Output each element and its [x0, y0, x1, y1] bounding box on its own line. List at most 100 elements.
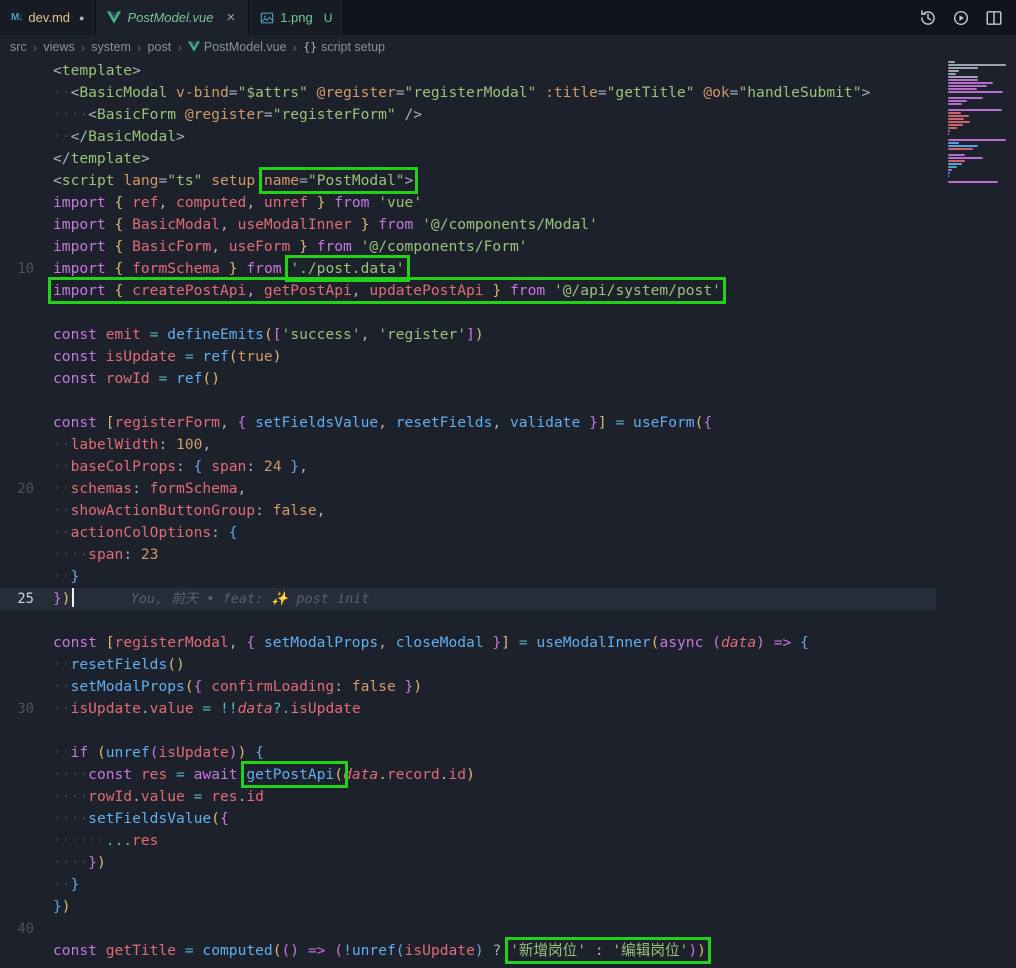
breadcrumb-item-post[interactable]: post: [148, 40, 172, 54]
code-token: BasicModal: [132, 216, 220, 233]
annotation-box: name="PostModal">: [264, 172, 413, 189]
editor-pane[interactable]: <template>··<BasicModal v-bind="$attrs" …: [0, 58, 1016, 968]
code-token: value: [150, 700, 194, 717]
code-token: [791, 634, 800, 651]
code-token: }: [290, 458, 299, 475]
code-token: ): [466, 766, 475, 783]
line-number: [0, 676, 34, 698]
code-token: script: [62, 172, 115, 189]
code-line: ··labelWidth: 100,: [0, 434, 936, 456]
code-line: ··<BasicModal v-bind="$attrs" @register=…: [0, 82, 936, 104]
tab-1-png[interactable]: 1.png U: [249, 0, 344, 35]
minimap[interactable]: [942, 61, 1016, 184]
code-token: res: [132, 832, 158, 849]
code-token: ,: [378, 634, 396, 651]
code-line: ··}: [0, 566, 936, 588]
code-token: [176, 348, 185, 365]
code-token: {: [115, 238, 124, 255]
code-token: {: [703, 414, 712, 431]
code-token: [703, 634, 712, 651]
minimap-line: [948, 79, 978, 81]
code-line: [0, 720, 936, 742]
breadcrumb-item-system[interactable]: system: [91, 40, 131, 54]
code-token: [536, 84, 545, 101]
breadcrumb-item-symbol[interactable]: {} script setup: [303, 40, 385, 54]
code-token: ··: [53, 524, 71, 541]
close-icon[interactable]: ×: [224, 9, 237, 26]
code-line: const getTitle = computed(() => (!unref(…: [0, 940, 936, 962]
code-line: ··if (unref(isUpdate)) {: [0, 742, 936, 764]
minimap-line: [948, 166, 957, 168]
code-token: 'register': [378, 326, 466, 343]
code-line: const emit = defineEmits(['success', 're…: [0, 324, 936, 346]
code-line: [0, 390, 936, 412]
minimap-line: [948, 133, 949, 135]
code-token: [115, 172, 124, 189]
code-line: ··</BasicModal>: [0, 126, 936, 148]
tab-bar: M↓ dev.md ● PostModel.vue × 1.png U: [0, 0, 1016, 35]
code-token: =: [615, 414, 624, 431]
code-token: rowId: [88, 788, 132, 805]
code-token: [185, 766, 194, 783]
line-number: [0, 522, 34, 544]
breadcrumb-item-views[interactable]: views: [43, 40, 74, 54]
minimap-line: [948, 172, 950, 174]
code-token: :: [123, 546, 141, 563]
code-token: [97, 942, 106, 959]
code-line: ····span: 23: [0, 544, 936, 566]
code-token: [97, 348, 106, 365]
breadcrumb-item-src[interactable]: src: [10, 40, 27, 54]
code-token: [158, 326, 167, 343]
line-number: [0, 896, 34, 918]
code-token: [695, 84, 704, 101]
code-token: (: [334, 942, 343, 959]
code-token: [123, 260, 132, 277]
code-line: const [registerModal, { setModalProps, c…: [0, 632, 936, 654]
code-token: [106, 260, 115, 277]
code-token: </: [71, 128, 89, 145]
code-token: from: [246, 260, 281, 277]
run-icon[interactable]: [952, 9, 970, 27]
code-token: {: [115, 194, 124, 211]
code-token: getPostApi: [264, 282, 352, 299]
code-token: registerModal: [115, 634, 229, 651]
annotation-box: './post.data': [290, 260, 404, 277]
tab-postmodel-vue[interactable]: PostModel.vue ×: [96, 0, 249, 35]
code-token: =: [185, 348, 194, 365]
code-token: <: [53, 62, 62, 79]
code-token: [220, 260, 229, 277]
tab-dev-md[interactable]: M↓ dev.md ●: [0, 0, 96, 35]
code-token: name: [264, 172, 299, 189]
code-token: :title: [545, 84, 598, 101]
code-token: ··: [53, 128, 71, 145]
code-token: isUpdate: [158, 744, 228, 761]
code-token: [185, 788, 194, 805]
code-token: [97, 326, 106, 343]
code-token: [501, 942, 510, 959]
code-token: :: [334, 678, 352, 695]
code-token: ······: [53, 832, 106, 849]
code-line: import { BasicForm, useForm } from '@/co…: [0, 236, 936, 258]
code-token: [202, 458, 211, 475]
code-token: [167, 84, 176, 101]
code-token: const: [53, 370, 97, 387]
tab-label: PostModel.vue: [127, 10, 213, 25]
code-token: [308, 238, 317, 255]
code-token: ··: [53, 744, 71, 761]
split-editor-icon[interactable]: [985, 9, 1003, 27]
breadcrumb-file-label: PostModel.vue: [204, 40, 287, 54]
breadcrumb-item-file[interactable]: PostModel.vue: [188, 40, 287, 54]
code-token: =: [598, 84, 607, 101]
code-token: {: [115, 282, 124, 299]
code-token: !!: [220, 700, 238, 717]
minimap-line: [948, 127, 957, 129]
chevron-right-icon: ›: [81, 39, 86, 55]
code-token: computed: [176, 194, 246, 211]
line-number: [0, 566, 34, 588]
code-token: await: [194, 766, 238, 783]
code-line: </template>: [0, 148, 936, 170]
code-area[interactable]: <template>··<BasicModal v-bind="$attrs" …: [0, 60, 936, 968]
code-token: [308, 194, 317, 211]
code-token: from: [317, 238, 352, 255]
history-icon[interactable]: [919, 9, 937, 27]
